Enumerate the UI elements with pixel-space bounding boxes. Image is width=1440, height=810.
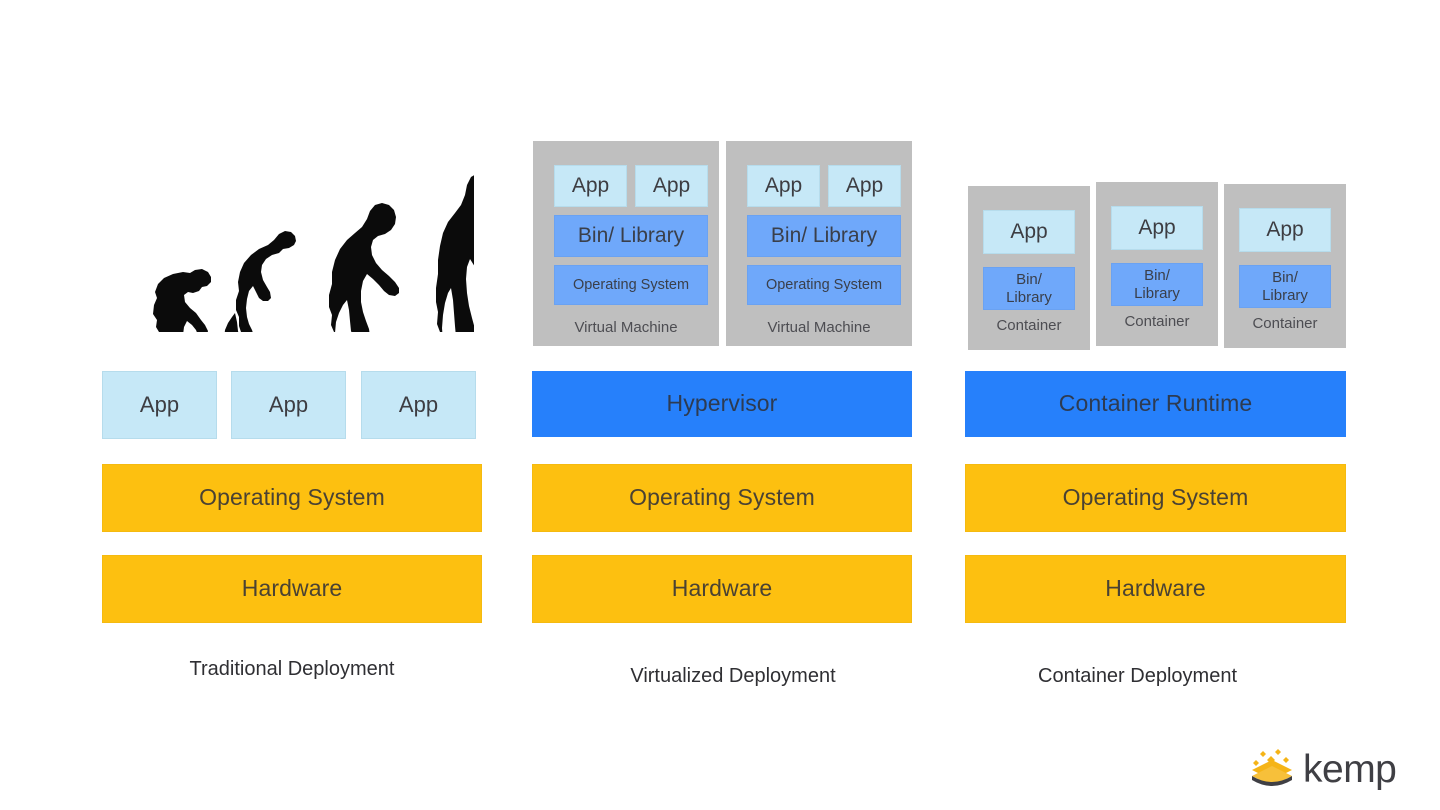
bin-library-label: Bin/ Library xyxy=(770,224,878,248)
app-label: App xyxy=(268,391,309,417)
container-hardware-bar[interactable]: Hardware xyxy=(965,555,1346,623)
app-label: App xyxy=(845,174,884,198)
hypervisor-bar[interactable]: Hypervisor xyxy=(532,371,912,437)
container-group-1: App Bin/ Library Container xyxy=(968,186,1090,350)
vm1-app-box-1[interactable]: App xyxy=(554,165,627,207)
container2-caption: Container xyxy=(1096,313,1218,330)
container-operating-system-bar[interactable]: Operating System xyxy=(965,464,1346,532)
container-group-2: App Bin/ Library Container xyxy=(1096,182,1218,346)
operating-system-label: Operating System xyxy=(765,276,883,293)
app-label: App xyxy=(1138,216,1176,240)
container3-app-box[interactable]: App xyxy=(1239,208,1331,252)
virtual-machine-group-2: App App Bin/ Library Operating System Vi… xyxy=(726,141,912,346)
virtualized-operating-system-bar[interactable]: Operating System xyxy=(532,464,912,532)
container-group-3: App Bin/ Library Container xyxy=(1224,184,1346,348)
vm2-operating-system-box[interactable]: Operating System xyxy=(747,265,901,305)
caption-text: Virtualized Deployment xyxy=(630,665,836,687)
caption-text: Container Deployment xyxy=(1038,665,1237,687)
operating-system-label: Operating System xyxy=(629,484,815,511)
container3-caption: Container xyxy=(1224,315,1346,332)
column-caption-container: Container Deployment xyxy=(965,665,1310,688)
app-label: App xyxy=(398,391,439,417)
app-label: App xyxy=(139,391,180,417)
column-caption-virtualized: Virtualized Deployment xyxy=(532,665,934,688)
vm2-caption: Virtual Machine xyxy=(726,319,912,336)
traditional-operating-system-bar[interactable]: Operating System xyxy=(102,464,482,532)
traditional-app-box-1[interactable]: App xyxy=(102,371,217,439)
app-label: App xyxy=(571,174,610,198)
container1-caption: Container xyxy=(968,317,1090,334)
hypervisor-label: Hypervisor xyxy=(666,390,778,417)
vm1-operating-system-box[interactable]: Operating System xyxy=(554,265,708,305)
container1-bin-library-box[interactable]: Bin/ Library xyxy=(983,267,1075,310)
caption-text: Virtual Machine xyxy=(574,319,678,336)
container2-bin-library-box[interactable]: Bin/ Library xyxy=(1111,263,1203,306)
bin-library-label: Bin/ Library xyxy=(1134,266,1180,302)
caption-text: Virtual Machine xyxy=(767,319,871,336)
kemp-logo: kemp xyxy=(1247,744,1397,794)
caption-text: Container xyxy=(1252,315,1318,332)
caption-text: Container xyxy=(996,317,1062,334)
vm2-bin-library-box[interactable]: Bin/ Library xyxy=(747,215,901,257)
vm1-app-box-2[interactable]: App xyxy=(635,165,708,207)
app-label: App xyxy=(1266,218,1304,242)
kemp-logo-mark-icon xyxy=(1247,747,1297,791)
virtualized-hardware-bar[interactable]: Hardware xyxy=(532,555,912,623)
operating-system-label: Operating System xyxy=(199,484,385,511)
operating-system-label: Operating System xyxy=(1062,484,1249,511)
vm2-app-box-1[interactable]: App xyxy=(747,165,820,207)
kemp-logo-text: kemp xyxy=(1303,747,1397,791)
virtual-machine-group-1: App App Bin/ Library Operating System Vi… xyxy=(533,141,719,346)
container1-app-box[interactable]: App xyxy=(983,210,1075,254)
hardware-label: Hardware xyxy=(671,575,773,602)
hardware-label: Hardware xyxy=(241,575,343,602)
vm1-caption: Virtual Machine xyxy=(533,319,719,336)
traditional-app-box-3[interactable]: App xyxy=(361,371,476,439)
caption-text: Traditional Deployment xyxy=(189,658,395,680)
caption-text: Container xyxy=(1124,313,1190,330)
bin-library-label: Bin/ Library xyxy=(1006,270,1052,306)
container2-app-box[interactable]: App xyxy=(1111,206,1203,250)
hardware-label: Hardware xyxy=(1105,575,1206,602)
container-runtime-label: Container Runtime xyxy=(1058,390,1253,417)
operating-system-label: Operating System xyxy=(572,276,690,293)
app-label: App xyxy=(764,174,803,198)
container3-bin-library-box[interactable]: Bin/ Library xyxy=(1239,265,1331,308)
container-runtime-bar[interactable]: Container Runtime xyxy=(965,371,1346,437)
app-label: App xyxy=(652,174,691,198)
traditional-hardware-bar[interactable]: Hardware xyxy=(102,555,482,623)
vm2-app-box-2[interactable]: App xyxy=(828,165,901,207)
human-evolution-illustration xyxy=(118,140,505,373)
column-caption-traditional: Traditional Deployment xyxy=(102,658,482,681)
traditional-app-box-2[interactable]: App xyxy=(231,371,346,439)
bin-library-label: Bin/ Library xyxy=(1262,268,1308,304)
slide-canvas: App App App Operating System Hardware Tr… xyxy=(0,0,1440,810)
app-label: App xyxy=(1010,220,1048,244)
bin-library-label: Bin/ Library xyxy=(577,224,685,248)
vm1-bin-library-box[interactable]: Bin/ Library xyxy=(554,215,708,257)
